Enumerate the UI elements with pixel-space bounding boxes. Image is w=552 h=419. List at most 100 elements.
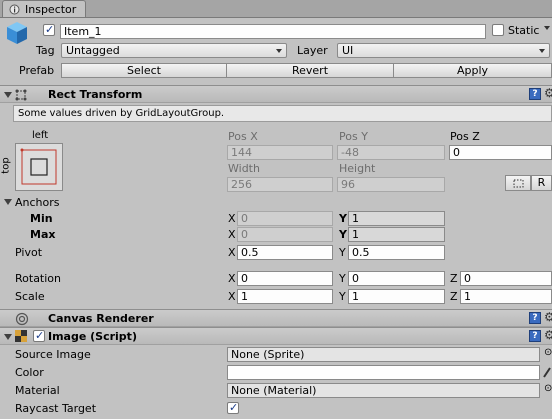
- layer-label: Layer: [297, 44, 328, 57]
- tab-label: Inspector: [25, 3, 77, 16]
- help-box: Some values driven by GridLayoutGroup.: [13, 105, 552, 122]
- anchor-preset-icon: [20, 148, 57, 185]
- object-picker-icon[interactable]: ⊙: [544, 383, 552, 394]
- rect-transform-title: Rect Transform: [48, 88, 143, 101]
- tab-inspector[interactable]: Inspector: [2, 0, 86, 17]
- max-y-axis-label: Y: [339, 228, 347, 241]
- color-label: Color: [15, 366, 44, 379]
- prefab-select-button[interactable]: Select: [61, 63, 227, 78]
- gear-icon[interactable]: ⚙: [544, 328, 552, 342]
- anchor-min-y-field[interactable]: 1: [348, 211, 445, 226]
- rect-transform-icon: [15, 89, 27, 101]
- rotation-z-field[interactable]: 0: [460, 271, 552, 286]
- help-icon[interactable]: ?: [529, 312, 541, 324]
- scale-z-field[interactable]: 1: [460, 289, 552, 304]
- pivot-label: Pivot: [15, 246, 43, 259]
- anchor-v-label: top: [0, 157, 12, 174]
- raycast-target-label: Raycast Target: [15, 402, 97, 415]
- anchor-h-label: left: [32, 130, 49, 141]
- anchor-min-x-field[interactable]: 0: [237, 211, 333, 226]
- scale-y-field[interactable]: 1: [348, 289, 445, 304]
- help-icon[interactable]: ?: [529, 88, 541, 100]
- pos-z-label: Pos Z: [450, 130, 480, 143]
- rotation-x-axis-label: X: [228, 272, 236, 285]
- canvas-renderer-title: Canvas Renderer: [48, 312, 154, 325]
- help-icon[interactable]: ?: [529, 330, 541, 342]
- pivot-x-field[interactable]: 0.5: [237, 245, 333, 260]
- source-image-label: Source Image: [15, 348, 91, 361]
- layer-dropdown[interactable]: UI: [337, 43, 550, 58]
- tag-label: Tag: [36, 44, 55, 57]
- chevron-down-icon: [276, 49, 282, 53]
- anchor-max-y-field[interactable]: 1: [348, 227, 445, 242]
- inspector-window: Inspector ✓ Item_1 Static Tag Untagged L…: [0, 0, 552, 419]
- pos-y-label: Pos Y: [339, 130, 368, 143]
- anchors-foldout-icon[interactable]: [4, 199, 12, 205]
- scale-x-axis-label: X: [228, 290, 236, 303]
- help-text: Some values driven by GridLayoutGroup.: [18, 108, 225, 119]
- scale-z-axis-label: Z: [450, 290, 458, 303]
- rotation-y-field[interactable]: 0: [348, 271, 445, 286]
- static-checkbox[interactable]: [492, 24, 504, 36]
- width-field[interactable]: 256: [227, 177, 333, 192]
- anchor-max-x-field[interactable]: 0: [237, 227, 333, 242]
- chevron-down-icon: [539, 49, 545, 53]
- max-label: Max: [30, 228, 56, 241]
- pivot-y-field[interactable]: 0.5: [348, 245, 445, 260]
- tag-dropdown[interactable]: Untagged: [61, 43, 287, 58]
- anchor-presets-button[interactable]: [15, 143, 63, 191]
- static-dropdown-arrow[interactable]: [544, 26, 550, 30]
- gear-icon[interactable]: ⚙: [544, 310, 552, 324]
- source-image-field[interactable]: None (Sprite): [227, 347, 540, 362]
- scale-x-field[interactable]: 1: [237, 289, 333, 304]
- rotation-z-axis-label: Z: [450, 272, 458, 285]
- foldout-arrow-icon[interactable]: [4, 334, 12, 340]
- material-label: Material: [15, 384, 60, 397]
- pivot-x-axis-label: X: [228, 246, 236, 259]
- image-script-icon: [15, 330, 27, 342]
- raw-edit-button[interactable]: R: [531, 175, 552, 191]
- canvas-renderer-header[interactable]: Canvas Renderer ? ⚙: [0, 309, 552, 327]
- prefab-apply-button[interactable]: Apply: [393, 63, 552, 78]
- prefab-label: Prefab: [19, 64, 55, 77]
- tab-bar: Inspector: [0, 0, 552, 18]
- width-label: Width: [228, 162, 260, 175]
- image-script-header[interactable]: ✓ Image (Script) ? ⚙: [0, 327, 552, 345]
- min-y-axis-label: Y: [339, 212, 347, 225]
- min-label: Min: [30, 212, 53, 225]
- color-field[interactable]: [227, 365, 540, 380]
- pos-z-field[interactable]: 0: [449, 145, 552, 160]
- max-x-axis-label: X: [228, 228, 236, 241]
- pos-y-field[interactable]: -48: [337, 145, 445, 160]
- layer-value: UI: [342, 44, 354, 57]
- image-enabled-checkbox[interactable]: ✓: [33, 330, 45, 342]
- anchors-label: Anchors: [15, 196, 60, 209]
- height-label: Height: [339, 162, 376, 175]
- blueprint-mode-button[interactable]: [505, 175, 531, 191]
- pos-x-label: Pos X: [228, 130, 258, 143]
- static-label: Static: [508, 24, 540, 37]
- inspector-icon: [9, 4, 20, 15]
- tag-value: Untagged: [66, 44, 120, 57]
- scale-y-axis-label: Y: [339, 290, 346, 303]
- scale-label: Scale: [15, 290, 45, 303]
- canvas-renderer-icon: [15, 312, 29, 326]
- active-checkbox[interactable]: ✓: [43, 24, 55, 36]
- pivot-y-axis-label: Y: [339, 246, 346, 259]
- object-picker-icon[interactable]: ⊙: [544, 347, 552, 358]
- foldout-arrow-icon[interactable]: [4, 92, 12, 98]
- rotation-label: Rotation: [15, 272, 62, 285]
- pos-x-field[interactable]: 144: [227, 145, 333, 160]
- height-field[interactable]: 96: [337, 177, 445, 192]
- min-x-axis-label: X: [228, 212, 236, 225]
- image-script-title: Image (Script): [48, 330, 137, 343]
- prefab-revert-button[interactable]: Revert: [226, 63, 394, 78]
- raycast-target-checkbox[interactable]: ✓: [227, 402, 239, 414]
- rotation-y-axis-label: Y: [339, 272, 346, 285]
- eyedropper-icon[interactable]: [542, 365, 552, 379]
- rect-transform-header[interactable]: Rect Transform ? ⚙: [0, 85, 552, 103]
- gear-icon[interactable]: ⚙: [544, 86, 552, 100]
- object-name-input[interactable]: Item_1: [60, 24, 486, 39]
- rotation-x-field[interactable]: 0: [237, 271, 333, 286]
- material-field[interactable]: None (Material): [227, 383, 540, 398]
